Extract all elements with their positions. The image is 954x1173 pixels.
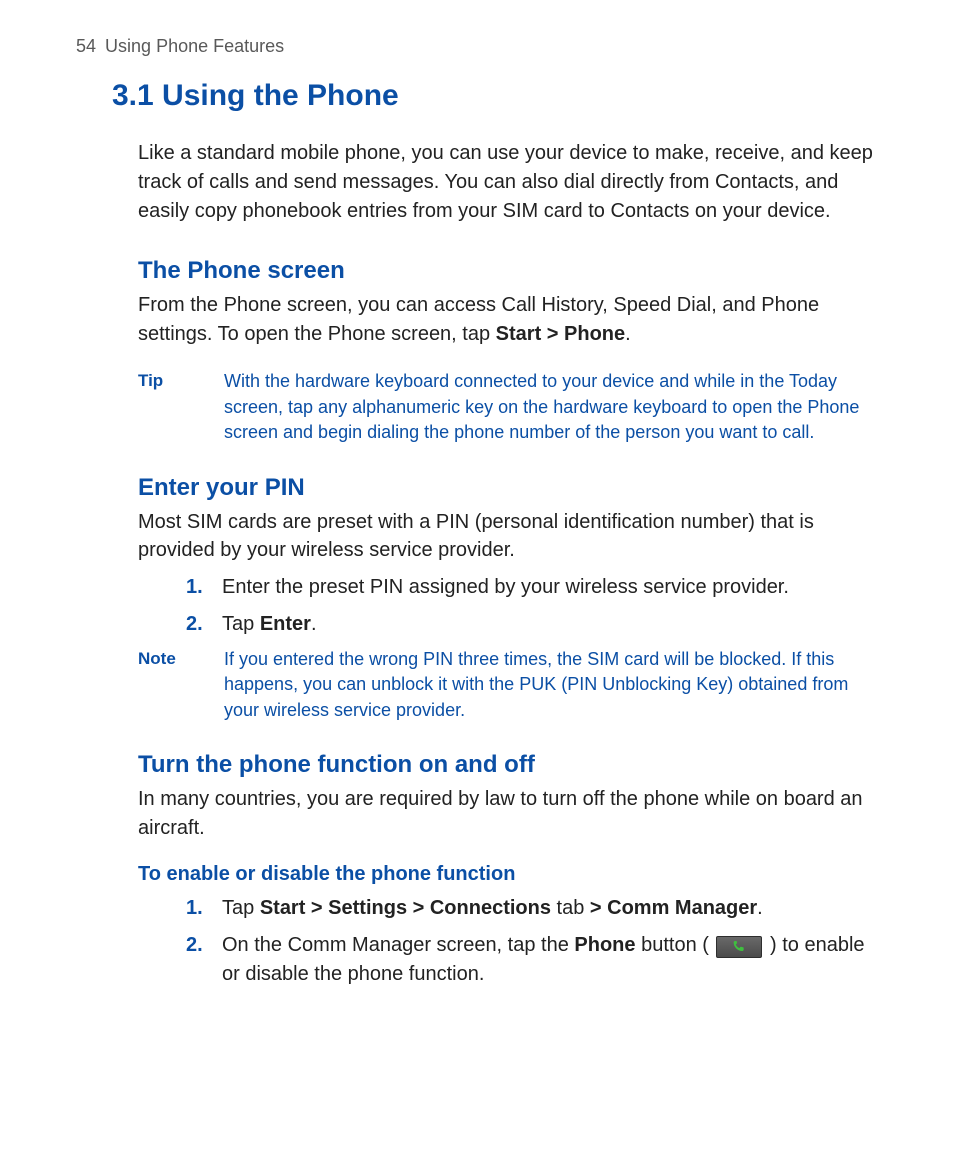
page-header: 54 Using Phone Features	[76, 36, 884, 57]
step-text: Tap Start > Settings > Connections tab >…	[222, 897, 763, 919]
enter-pin-body: Most SIM cards are preset with a PIN (pe…	[138, 508, 880, 566]
text: Tap	[222, 613, 260, 635]
text: tab	[551, 897, 590, 919]
tip-block: Tip With the hardware keyboard connected…	[138, 369, 880, 446]
step-number: 2.	[186, 931, 203, 960]
enter-pin-steps: 1. Enter the preset PIN assigned by your…	[186, 573, 880, 639]
phone-button-icon	[716, 936, 762, 958]
bold-text: Start > Settings > Connections	[260, 897, 551, 919]
turn-onoff-body: In many countries, you are required by l…	[138, 785, 880, 843]
text: .	[757, 897, 763, 919]
bold-text: Enter	[260, 613, 311, 635]
step-number: 2.	[186, 610, 203, 639]
section-title: 3.1 Using the Phone	[112, 79, 884, 113]
chapter-title: Using Phone Features	[105, 36, 284, 56]
step-number: 1.	[186, 573, 203, 602]
subsection-enter-pin-heading: Enter your PIN	[138, 474, 884, 502]
subsection-turn-onoff-heading: Turn the phone function on and off	[138, 751, 884, 779]
text: From the Phone screen, you can access Ca…	[138, 294, 819, 345]
turn-onoff-steps: 1. Tap Start > Settings > Connections ta…	[186, 894, 880, 988]
note-label: Note	[138, 647, 224, 669]
step-text: Tap Enter.	[222, 613, 317, 635]
tip-body: With the hardware keyboard connected to …	[224, 369, 880, 446]
bold-text: Start > Phone	[496, 323, 625, 345]
phone-screen-body: From the Phone screen, you can access Ca…	[138, 291, 880, 349]
page-number: 54	[76, 36, 96, 56]
step-text: On the Comm Manager screen, tap the Phon…	[222, 934, 865, 985]
list-item: 1. Tap Start > Settings > Connections ta…	[186, 894, 880, 923]
bold-text: > Comm Manager	[590, 897, 757, 919]
text: Tap	[222, 897, 260, 919]
step-text: Enter the preset PIN assigned by your wi…	[222, 576, 789, 598]
list-item: 2. Tap Enter.	[186, 610, 880, 639]
text: .	[625, 323, 631, 345]
subsection-enable-disable-heading: To enable or disable the phone function	[138, 863, 884, 886]
bold-text: Phone	[574, 934, 635, 956]
note-body: If you entered the wrong PIN three times…	[224, 647, 880, 724]
list-item: 1. Enter the preset PIN assigned by your…	[186, 573, 880, 602]
text: On the Comm Manager screen, tap the	[222, 934, 574, 956]
note-block: Note If you entered the wrong PIN three …	[138, 647, 880, 724]
subsection-phone-screen-heading: The Phone screen	[138, 257, 884, 285]
text: .	[311, 613, 317, 635]
text: button (	[636, 934, 715, 956]
tip-label: Tip	[138, 369, 224, 391]
list-item: 2. On the Comm Manager screen, tap the P…	[186, 931, 880, 989]
intro-paragraph: Like a standard mobile phone, you can us…	[138, 139, 880, 225]
step-number: 1.	[186, 894, 203, 923]
